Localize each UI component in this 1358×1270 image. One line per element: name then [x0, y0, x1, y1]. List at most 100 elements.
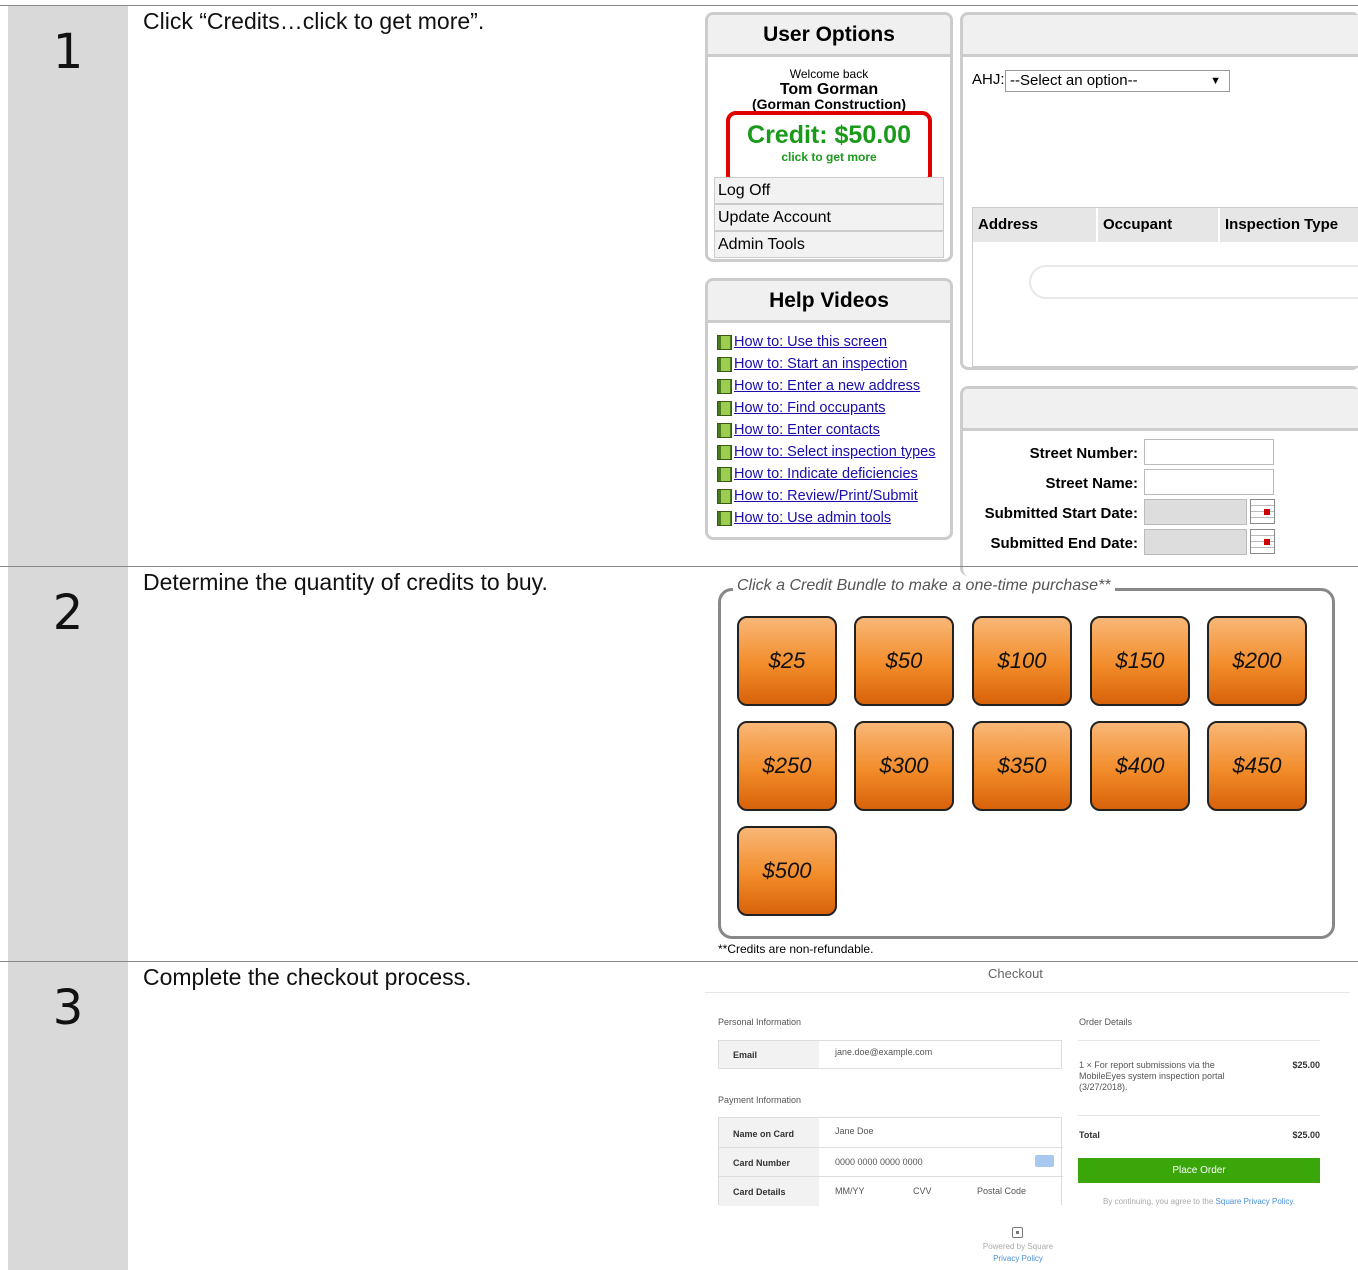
start-date-label: Submitted Start Date:	[984, 505, 1138, 522]
total-label: Total	[1079, 1130, 1100, 1140]
order-divider	[1078, 1115, 1320, 1116]
help-videos-panel: Help Videos How to: Use this screen How …	[705, 278, 953, 540]
calendar-icon[interactable]	[1250, 499, 1275, 524]
film-icon	[717, 466, 732, 482]
bundle-button[interactable]: $150	[1090, 616, 1190, 706]
start-date-input[interactable]	[1144, 499, 1247, 525]
company-name: (Gorman Construction)	[752, 99, 906, 111]
step-instruction: Click “Credits…click to get more”.	[143, 8, 485, 34]
calendar-icon[interactable]	[1250, 529, 1275, 554]
bundle-button[interactable]: $100	[972, 616, 1072, 706]
help-link[interactable]: How to: Use admin tools	[717, 507, 950, 529]
update-account-link[interactable]: Update Account	[714, 204, 944, 231]
order-item-price: $25.00	[1292, 1060, 1320, 1070]
film-icon	[717, 378, 732, 394]
step-number-cell: 1	[8, 6, 128, 566]
name-on-card-label: Name on Card	[733, 1129, 795, 1139]
step-number-cell: 3	[8, 962, 128, 1270]
credit-more-link[interactable]: click to get more	[730, 150, 928, 164]
personal-info-heading: Personal Information	[718, 1017, 802, 1027]
bundle-button[interactable]: $500	[737, 826, 837, 916]
help-link[interactable]: How to: Enter a new address	[717, 375, 950, 397]
bundle-button[interactable]: $400	[1090, 721, 1190, 811]
email-field[interactable]: Email jane.doe@example.com	[718, 1040, 1062, 1069]
column-header-address[interactable]: Address	[973, 208, 1098, 242]
step-number: 1	[52, 24, 84, 80]
admin-tools-link[interactable]: Admin Tools	[714, 231, 944, 258]
postal-code-input[interactable]: Postal Code	[977, 1186, 1026, 1196]
order-item-description: 1 × For report submissions via the Mobil…	[1079, 1060, 1225, 1092]
email-value: jane.doe@example.com	[835, 1047, 933, 1057]
non-refundable-note: **Credits are non-refundable.	[718, 942, 874, 956]
welcome-text: Welcome back	[789, 67, 869, 81]
square-privacy-link[interactable]: Square Privacy Policy.	[1216, 1197, 1295, 1206]
log-off-link[interactable]: Log Off	[714, 177, 944, 204]
street-name-input[interactable]	[1144, 469, 1274, 495]
help-videos-title: Help Videos	[708, 281, 950, 323]
help-link[interactable]: How to: Review/Print/Submit	[717, 485, 950, 507]
name-on-card-input[interactable]: Jane Doe	[835, 1126, 874, 1136]
column-header-occupant[interactable]: Occupant	[1098, 208, 1220, 242]
step-number-cell: 2	[8, 567, 128, 961]
loading-bar	[1029, 265, 1358, 299]
film-icon	[717, 510, 732, 526]
step-row-1: 1 Click “Credits…click to get more”. Use…	[0, 5, 1358, 576]
street-number-input[interactable]	[1144, 439, 1274, 465]
bundle-button[interactable]: $25	[737, 616, 837, 706]
bundle-button[interactable]: $350	[972, 721, 1072, 811]
film-icon	[717, 356, 732, 372]
privacy-policy-link[interactable]: Privacy Policy	[968, 1254, 1068, 1263]
order-divider	[1078, 1040, 1320, 1041]
cvv-input[interactable]: CVV	[913, 1186, 932, 1196]
card-number-label: Card Number	[733, 1158, 791, 1168]
place-order-button[interactable]: Place Order	[1078, 1158, 1320, 1183]
credit-amount: Credit: $50.00	[747, 121, 911, 149]
bundle-button[interactable]: $250	[737, 721, 837, 811]
card-number-input[interactable]: 0000 0000 0000 0000	[835, 1157, 923, 1167]
film-icon	[717, 488, 732, 504]
order-details-heading: Order Details	[1079, 1017, 1133, 1027]
film-icon	[717, 334, 732, 350]
email-label: Email	[733, 1050, 758, 1060]
user-options-panel: User Options Welcome back Tom Gorman (Go…	[705, 12, 953, 262]
bundle-button[interactable]: $450	[1207, 721, 1307, 811]
bundle-button[interactable]: $50	[854, 616, 954, 706]
column-header-inspection-type[interactable]: Inspection Type	[1220, 208, 1338, 242]
bundle-button[interactable]: $300	[854, 721, 954, 811]
help-link[interactable]: How to: Find occupants	[717, 397, 950, 419]
results-table: Address Occupant Inspection Type	[972, 207, 1358, 367]
dropdown-arrow-icon: ▼	[1210, 75, 1221, 87]
help-link[interactable]: How to: Use this screen	[717, 331, 950, 353]
help-link[interactable]: How to: Indicate deficiencies	[717, 463, 950, 485]
help-link[interactable]: How to: Select inspection types	[717, 441, 950, 463]
help-link[interactable]: How to: Start an inspection	[717, 353, 950, 375]
ahj-select[interactable]: --Select an option-- ▼	[1005, 70, 1230, 92]
ahj-label: AHJ:	[972, 71, 1005, 88]
step-instruction: Determine the quantity of credits to buy…	[143, 569, 548, 595]
payment-fields: Name on Card Jane Doe Card Number 0000 0…	[718, 1117, 1063, 1206]
film-icon	[717, 444, 732, 460]
film-icon	[717, 422, 732, 438]
step-number: 3	[52, 980, 84, 1036]
end-date-input[interactable]	[1144, 529, 1247, 555]
total-value: $25.00	[1292, 1130, 1320, 1140]
user-name: Tom Gorman	[779, 81, 879, 98]
expiry-input[interactable]: MM/YY	[835, 1186, 865, 1196]
payment-info-heading: Payment Information	[718, 1095, 802, 1105]
help-link[interactable]: How to: Enter contacts	[717, 419, 950, 441]
powered-by-square: Powered by Square	[982, 1242, 1054, 1251]
square-logo-icon	[1012, 1227, 1023, 1238]
credit-bundles-fieldset: Click a Credit Bundle to make a one-time…	[718, 577, 1335, 939]
bundles-legend: Click a Credit Bundle to make a one-time…	[733, 577, 1115, 595]
checkout-title: Checkout	[988, 966, 1043, 981]
search-panel: Street Number: Street Name: Submitted St…	[960, 386, 1358, 576]
ahj-panel: AHJ: --Select an option-- ▼ Address Occup…	[960, 12, 1358, 370]
step-row-2: 2 Determine the quantity of credits to b…	[0, 566, 1358, 961]
bundle-button[interactable]: $200	[1207, 616, 1307, 706]
credit-card-icon	[1035, 1155, 1054, 1167]
street-number-label: Street Number:	[1029, 445, 1138, 462]
step-row-3: 3 Complete the checkout process. Checkou…	[0, 961, 1358, 1270]
film-icon	[717, 400, 732, 416]
user-options-title: User Options	[708, 15, 950, 57]
credit-link[interactable]: Credit: $50.00 click to get more	[726, 111, 932, 185]
